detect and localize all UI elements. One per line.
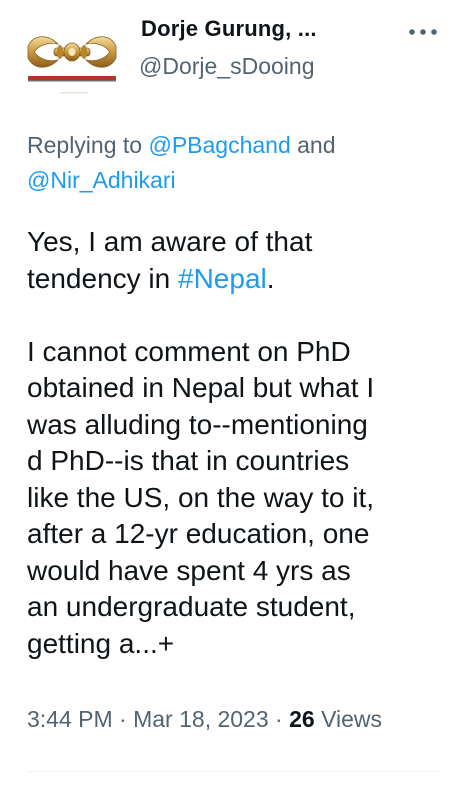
tweet-text-line: d PhD--is that in countries [27,445,350,476]
tweet-text-line[interactable]: getting a...+ [27,626,457,663]
replying-to: Replying to @PBagchand and @Nir_Adhikari [27,128,447,198]
tweet: Dorje Gurung, ... @Dorje_sDooing Replyin… [0,0,466,793]
views-label: Views [321,706,383,732]
avatar[interactable] [20,12,124,102]
vajra-icon [27,36,117,94]
tweet-header: Dorje Gurung, ... @Dorje_sDooing [0,0,466,110]
replying-conjunction: and [290,132,336,158]
meta-separator: · [112,706,134,732]
tweet-text-line: Yes, I am aware of that [27,226,313,257]
tweet-time[interactable]: 3:44 PM [27,706,113,732]
more-options-button[interactable] [398,16,448,48]
replying-prefix: Replying to [27,132,149,158]
tweet-text-line: was alluding to--mentioning [27,408,368,440]
tweet-date[interactable]: Mar 18, 2023 [133,706,269,732]
tweet-text-line: an undergraduate student, [27,591,356,622]
tweet-text-line: would have spent 4 yrs as [27,554,351,586]
mention-pbagchand[interactable]: @PBagchand [148,132,290,158]
tweet-text-fragment: . [266,262,275,294]
meta-separator: · [268,706,290,732]
views-count: 26 [289,706,315,732]
tweet-text-line: obtained in Nepal but what I [27,372,375,403]
tweet-text-line: tendency in #Nepal. [27,261,457,298]
author-display-name[interactable]: Dorje Gurung, ... [141,16,317,42]
mention-nir-adhikari[interactable]: @Nir_Adhikari [27,167,176,193]
more-options-icon [409,29,437,35]
tweet-text-fragment: tendency in [27,262,178,294]
tweet-meta: 3:44 PM · Mar 18, 2023 · 26 Views [27,706,382,733]
tweet-text-line: after a 12-yr education, one [27,518,370,549]
tweet-text-line: I cannot comment on PhD [27,335,351,367]
author-username[interactable]: @Dorje_sDooing [139,53,315,80]
divider [27,771,439,772]
hashtag-nepal[interactable]: #Nepal [178,263,267,294]
tweet-text-line: like the US, on the way to it, [27,481,375,513]
tweet-text: Yes, I am aware of that tendency in #Nep… [27,224,457,662]
